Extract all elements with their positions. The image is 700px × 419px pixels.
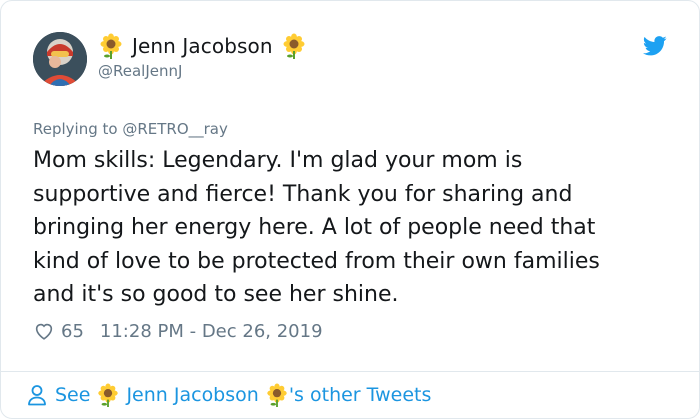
tweet-text: Mom skills: Legendary. I'm glad your mom…	[33, 148, 600, 307]
footer-suffix[interactable]: 's other Tweets	[289, 384, 432, 406]
tweet-meta: 65 11:28 PM - Dec 26, 2019	[33, 317, 323, 345]
avatar[interactable]	[33, 32, 87, 86]
sunflower-icon	[283, 33, 305, 59]
like-count[interactable]: 65	[61, 321, 84, 342]
author-display-name[interactable]: Jenn Jacobson	[132, 34, 273, 58]
sunflower-icon	[100, 33, 122, 59]
sunflower-icon	[267, 383, 287, 407]
divider	[1, 371, 699, 372]
author-handle[interactable]: @RealJennJ	[98, 62, 182, 80]
see-other-tweets-link[interactable]: See Jenn Jacobson 's other Tweets	[27, 381, 431, 409]
person-icon	[28, 385, 46, 406]
author-name-row[interactable]: Jenn Jacobson	[98, 32, 307, 60]
twitter-bird-icon[interactable]	[643, 35, 667, 57]
tweet-card: Jenn Jacobson @RealJennJ Replying to @RE…	[0, 0, 700, 419]
tweet-timestamp[interactable]: 11:28 PM - Dec 26, 2019	[100, 321, 323, 342]
reply-context[interactable]: Replying to @RETRO__ray	[33, 120, 228, 138]
sunflower-icon	[98, 383, 119, 407]
heart-icon[interactable]	[33, 320, 55, 342]
footer-see-label[interactable]: See	[55, 384, 90, 406]
footer-author-name[interactable]: Jenn Jacobson	[126, 384, 258, 406]
